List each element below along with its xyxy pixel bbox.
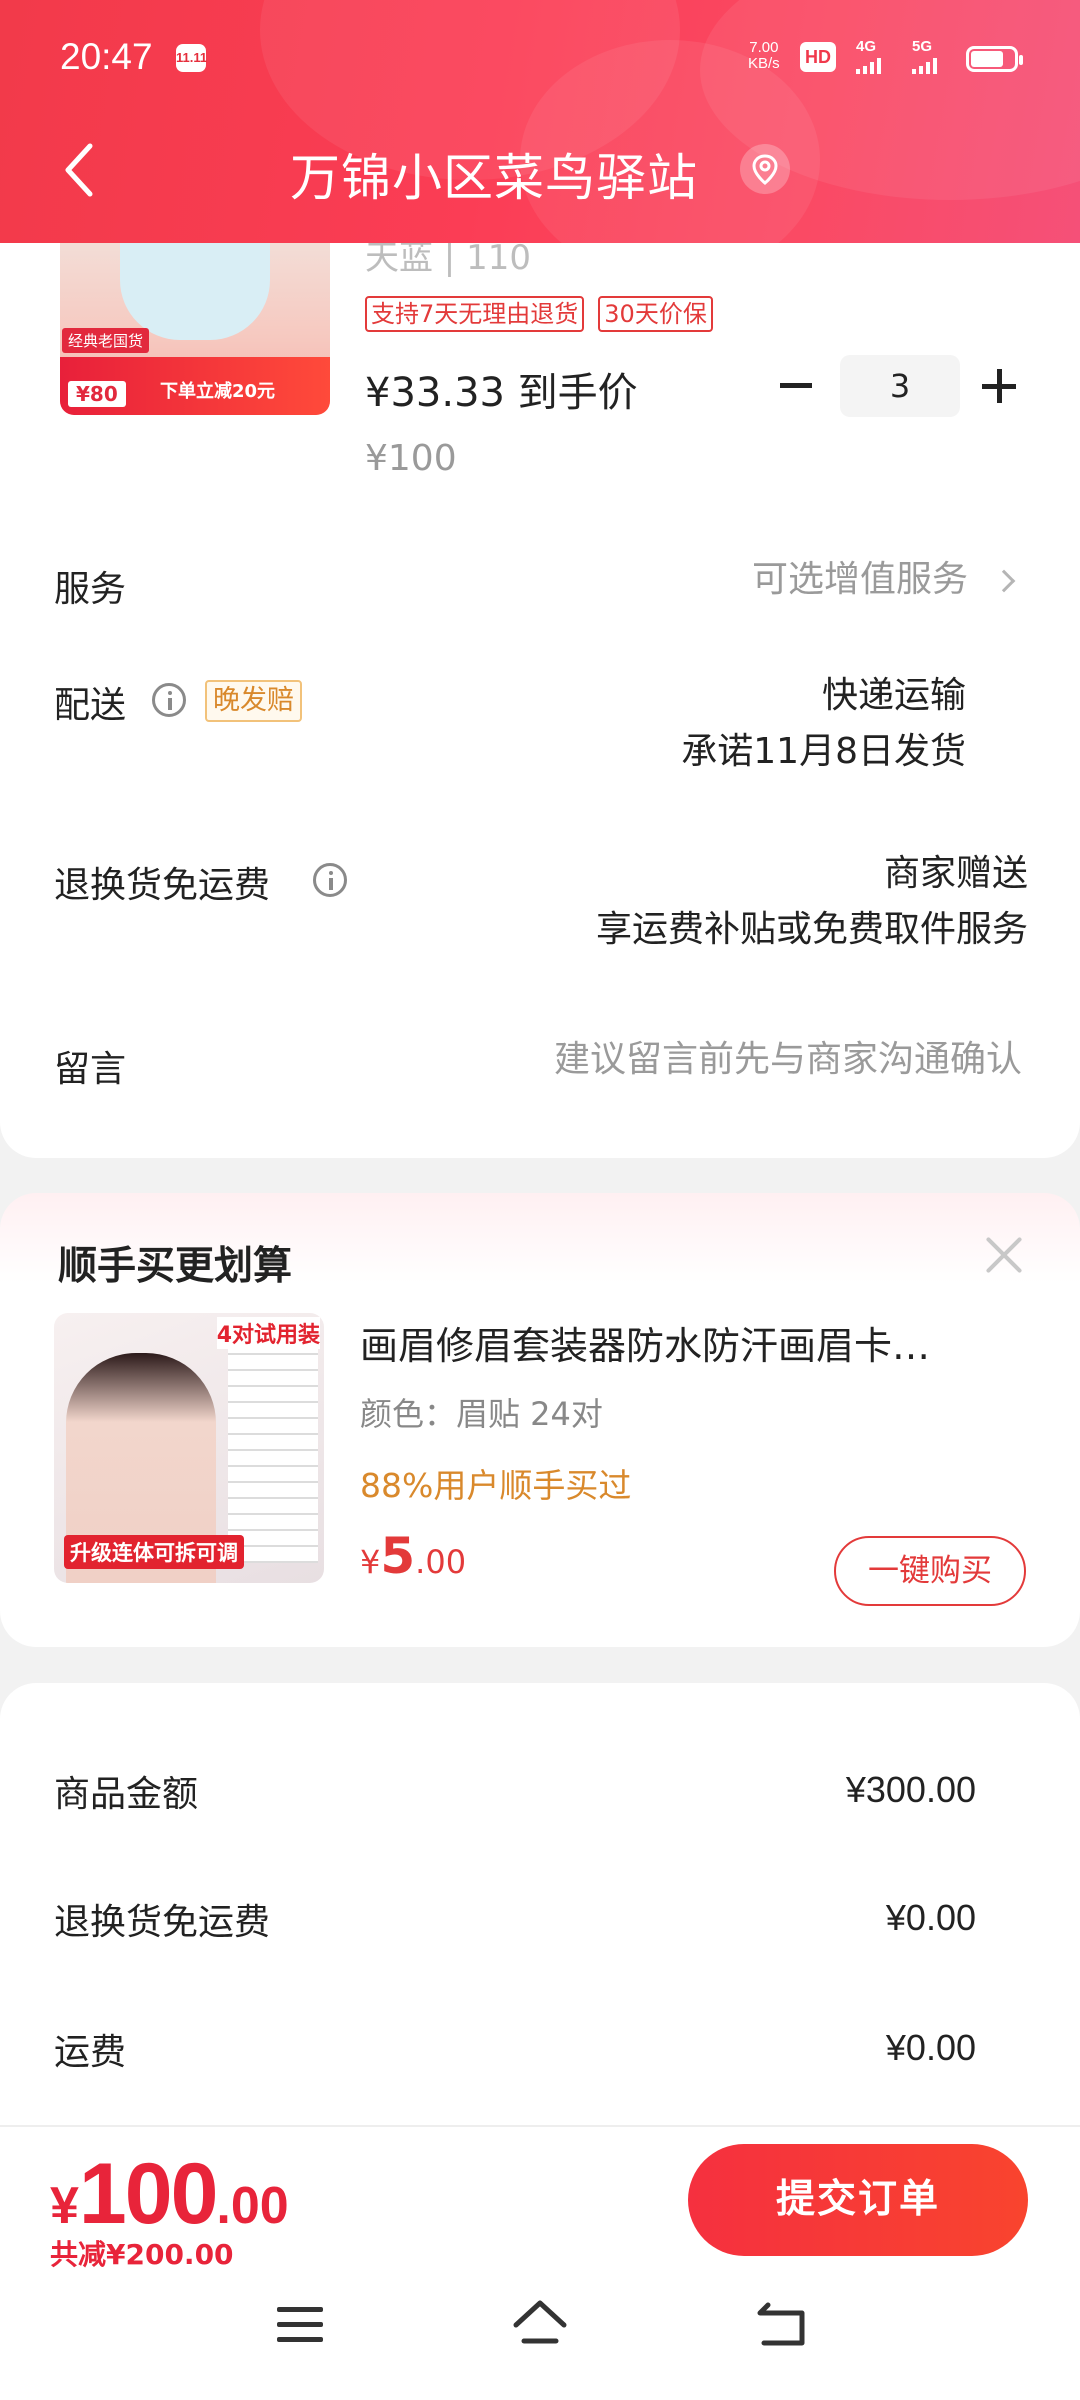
status-time: 20:47 — [60, 36, 153, 77]
service-label: 服务 — [54, 569, 127, 610]
menu-icon[interactable] — [277, 2307, 323, 2345]
summary-label: 商品金额 — [54, 1774, 199, 1815]
battery-icon — [966, 46, 1023, 72]
upsell-product-title[interactable]: 画眉修眉套装器防水防汗画眉卡… — [360, 1315, 1000, 1370]
page-title: 万锦小区菜鸟驿站 — [290, 149, 698, 207]
upsell-card: 顺手买更划算 4对试用装 升级连体可拆可调 画眉修眉套装器防水防汗画眉卡… 颜色… — [0, 1193, 1080, 1647]
info-icon[interactable] — [152, 683, 186, 717]
promo-notification-icon: 11.11 — [176, 44, 207, 72]
back-arrow-icon — [65, 143, 93, 197]
summary-value: ¥300.00 — [845, 1769, 976, 1810]
summary-label: 退换货免运费 — [54, 1902, 271, 1943]
header: 20:47 11.11 7.00 KB/s HD 4G 5G 万锦小区菜鸟驿站 — [0, 0, 1080, 243]
product-thumbnail[interactable]: 经典老国货 ¥80 下单立减20元 — [60, 220, 330, 415]
total-discount: 共减¥200.00 — [50, 2238, 234, 2271]
note-label: 留言 — [54, 1049, 127, 1090]
delivery-label: 配送 — [54, 685, 127, 726]
return-shipping-label: 退换货免运费 — [54, 865, 271, 906]
upsell-sold-rate: 88%用户顺手买过 — [360, 1466, 632, 1505]
network-speed: 7.00 KB/s — [748, 39, 780, 72]
system-back-icon[interactable] — [754, 2301, 808, 2349]
upsell-spec: 颜色：眉贴 24对 — [360, 1395, 603, 1433]
summary-value: ¥0.00 — [885, 1897, 976, 1938]
note-input[interactable]: 建议留言前先与商家沟通确认 — [554, 1032, 1022, 1088]
late-compensation-badge: 晚发赔 — [205, 680, 302, 722]
close-icon[interactable] — [984, 1235, 1024, 1275]
home-icon[interactable] — [510, 2297, 570, 2351]
tag-price-protect: 30天价保 — [598, 296, 713, 332]
chevron-right-icon — [992, 569, 1016, 593]
status-bar: 20:47 11.11 7.00 KB/s HD 4G 5G — [0, 34, 1080, 94]
summary-label: 运费 — [54, 2032, 127, 2073]
upsell-heading: 顺手买更划算 — [58, 1244, 293, 1289]
service-tags: 支持7天无理由退货 30天价保 — [365, 296, 713, 332]
hd-icon: HD — [800, 42, 836, 72]
upsell-price: ¥5.00 — [360, 1527, 467, 1585]
service-value: 可选增值服务 — [751, 559, 968, 600]
summary-value: ¥0.00 — [885, 2027, 976, 2068]
system-nav-bar — [0, 2277, 1080, 2397]
return-shipping-value: 商家赠送 享运费补贴或免费取件服务 — [595, 853, 1028, 950]
original-price: ¥100 — [365, 438, 457, 479]
quantity-input[interactable]: 3 — [840, 355, 960, 417]
location-pin-icon — [752, 154, 778, 185]
signal-4g-icon: 4G — [856, 38, 881, 74]
final-price: ¥33.33 到手价 — [365, 370, 638, 416]
back-button[interactable] — [58, 140, 102, 200]
location-button[interactable] — [740, 144, 790, 194]
order-item-card: 经典老国货 ¥80 下单立减20元 天蓝 | 110 支持7天无理由退货 30天… — [0, 220, 1080, 1158]
signal-5g-icon: 5G — [912, 38, 937, 74]
one-click-buy-button[interactable]: 一键购买 — [834, 1536, 1026, 1606]
upsell-thumbnail[interactable]: 4对试用装 升级连体可拆可调 — [54, 1313, 324, 1583]
submit-order-button[interactable]: 提交订单 — [688, 2144, 1028, 2256]
decrease-button[interactable] — [780, 383, 812, 388]
quantity-stepper: 3 — [770, 355, 1030, 417]
checkout-bar: ¥100.00 共减¥200.00 提交订单 — [0, 2125, 1080, 2400]
tag-return: 支持7天无理由退货 — [365, 296, 585, 332]
delivery-value: 快递运输 承诺11月8日发货 — [681, 675, 966, 772]
total-price: ¥100.00 — [50, 2146, 289, 2242]
info-icon[interactable] — [313, 863, 347, 897]
order-confirm-page: 20:47 11.11 7.00 KB/s HD 4G 5G 万锦小区菜鸟驿站 … — [0, 0, 1080, 2400]
increase-button[interactable] — [982, 369, 1016, 403]
